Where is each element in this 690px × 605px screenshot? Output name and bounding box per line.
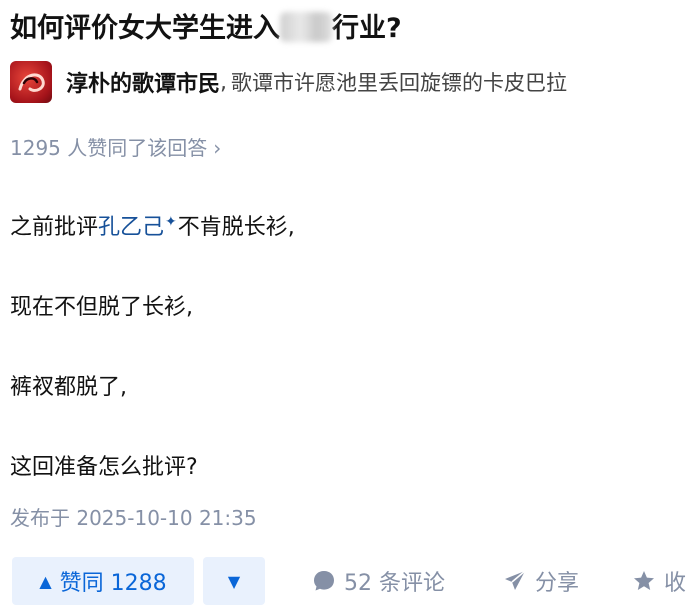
- votes-summary[interactable]: 1295 人赞同了该回答 ›: [10, 132, 221, 161]
- answer-text: 之前批评: [10, 215, 99, 240]
- downvote-button[interactable]: ▼: [203, 557, 265, 605]
- author-name[interactable]: 淳朴的歌谭市民: [66, 66, 220, 98]
- triangle-up-icon: ▲: [39, 571, 52, 591]
- question-title-text-end: 行业?: [332, 13, 402, 44]
- answer-line-2: 现在不但脱了长衫,: [10, 295, 193, 320]
- collect-button[interactable]: 收: [632, 557, 686, 605]
- answer-line-4: 这回准备怎么批评?: [10, 455, 198, 480]
- triangle-down-icon: ▼: [227, 571, 241, 591]
- answer-text: 不肯脱长衫,: [177, 215, 295, 240]
- action-bar: ▲ 赞同 1288 ▼ 52 条评论 分享 收: [0, 557, 690, 605]
- collect-label: 收: [664, 571, 687, 596]
- share-button[interactable]: 分享: [503, 557, 579, 605]
- comments-label: 52 条评论: [344, 571, 445, 596]
- star-icon: [634, 571, 654, 590]
- avatar[interactable]: [10, 61, 52, 103]
- author-row: 淳朴的歌谭市民, 歌谭市许愿池里丢回旋镖的卡皮巴拉: [10, 60, 567, 104]
- answer-line-1: 之前批评孔乙己✦不肯脱长衫,: [10, 209, 295, 241]
- answer-line-3: 裤衩都脱了,: [10, 375, 127, 400]
- censored-blur: [280, 12, 332, 42]
- upvote-label: 赞同 1288: [59, 571, 167, 596]
- upvote-button[interactable]: ▲ 赞同 1288: [12, 557, 194, 605]
- comment-bubble-icon: [314, 571, 334, 591]
- question-title-text-start: 如何评价女大学生进入: [10, 13, 280, 44]
- sparkle-icon: ✦: [165, 214, 177, 230]
- chevron-right-icon: ›: [213, 136, 222, 160]
- keyword-link[interactable]: 孔乙己: [98, 215, 164, 240]
- author-bio: 歌谭市许愿池里丢回旋镖的卡皮巴拉: [231, 71, 568, 95]
- avatar-swirl-icon: [18, 73, 45, 92]
- author-separator: ,: [220, 69, 228, 95]
- question-title[interactable]: 如何评价女大学生进入 行业?: [10, 6, 402, 45]
- publish-time: 发布于 2025-10-10 21:35: [10, 506, 257, 530]
- paper-plane-icon: [505, 570, 526, 590]
- votes-summary-text: 1295 人赞同了该回答: [10, 136, 208, 160]
- comments-button[interactable]: 52 条评论: [312, 557, 445, 605]
- share-label: 分享: [535, 571, 580, 596]
